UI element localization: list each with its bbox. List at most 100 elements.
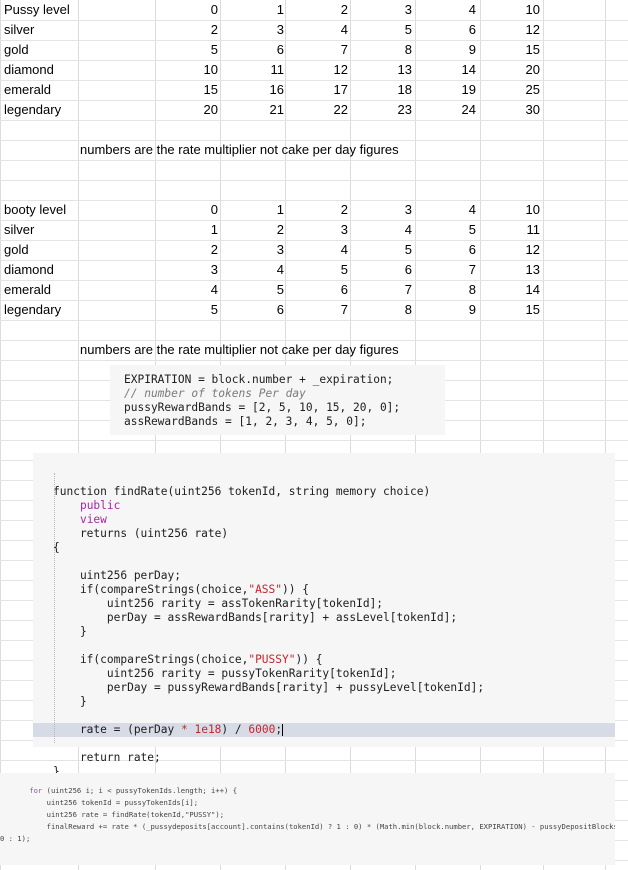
row-label: gold xyxy=(4,242,29,257)
code-line: finalReward += rate * (_pussydeposits[ac… xyxy=(46,822,615,831)
table-header-cell: 1 xyxy=(276,202,284,217)
table-cell: 11 xyxy=(526,222,541,237)
table-header-cell: 1 xyxy=(276,2,284,17)
table-cell: 8 xyxy=(468,282,476,297)
table-cell: 6 xyxy=(468,22,476,37)
table-cell: 2 xyxy=(210,22,218,37)
table-cell: 11 xyxy=(270,62,285,77)
table-cell: 6 xyxy=(276,42,284,57)
table-cell: 2 xyxy=(276,222,284,237)
table-cell: 5 xyxy=(468,222,476,237)
table-cell: 13 xyxy=(397,62,412,77)
row-label: legendary xyxy=(4,102,62,117)
code-line: for (uint256 i; i < pussyTokenIds.length… xyxy=(29,786,238,795)
table-cell: 4 xyxy=(404,222,412,237)
table-cell: 14 xyxy=(461,62,476,77)
code-line: return rate; xyxy=(53,751,161,764)
code-line: returns (uint256 rate) xyxy=(53,527,229,540)
code-line: perDay = assRewardBands[rarity] + assLev… xyxy=(53,611,458,624)
table-cell: 3 xyxy=(276,22,284,37)
code-line: public xyxy=(79,499,121,512)
find-rate-code-snippet: function findRate(uint256 tokenId, strin… xyxy=(33,453,615,778)
table-header-cell: 10 xyxy=(525,2,540,17)
row-label: emerald xyxy=(4,282,51,297)
table-cell: 5 xyxy=(210,42,218,57)
final-reward-code-snippet: for (uint256 i; i < pussyTokenIds.length… xyxy=(0,773,615,865)
reward-bands-code-snippet: EXPIRATION = block.number + _expiration;… xyxy=(110,365,445,435)
table-cell: 4 xyxy=(340,242,348,257)
code-line: assRewardBands = [1, 2, 3, 4, 5, 0]; xyxy=(124,415,367,428)
row-label: legendary xyxy=(4,302,62,317)
code-line: { xyxy=(53,541,60,554)
table-cell: 21 xyxy=(269,102,284,117)
table-cell: 5 xyxy=(340,262,348,277)
table-cell: 12 xyxy=(333,62,348,77)
table-cell: 4 xyxy=(210,282,218,297)
table-header-cell: 4 xyxy=(468,202,476,217)
table-header-cell: 0 xyxy=(210,2,218,17)
code-line: EXPIRATION = block.number + _expiration; xyxy=(124,373,394,386)
code-line: view xyxy=(79,513,107,526)
table-cell: 3 xyxy=(276,242,284,257)
table-cell: 13 xyxy=(525,262,540,277)
code-line: rate = (perDay * 1e18) / 6000; xyxy=(33,723,615,737)
table-cell: 9 xyxy=(468,302,476,317)
table-cell: 6 xyxy=(340,282,348,297)
table-header-cell: 2 xyxy=(340,202,348,217)
table-header-cell: 3 xyxy=(404,202,412,217)
code-line: function findRate(uint256 tokenId, strin… xyxy=(53,485,431,498)
table-cell: 16 xyxy=(269,82,284,97)
table-cell: 5 xyxy=(276,282,284,297)
table-cell: 3 xyxy=(210,262,218,277)
table-cell: 15 xyxy=(525,42,540,57)
code-line: } xyxy=(53,625,87,638)
code-line: 0 : 1); xyxy=(0,834,31,843)
table-header-cell: 3 xyxy=(404,2,412,17)
table-header-label: booty level xyxy=(4,202,67,217)
text-cursor xyxy=(282,724,284,736)
code-line: uint256 rarity = assTokenRarity[tokenId]… xyxy=(53,597,384,610)
table-cell: 8 xyxy=(404,42,412,57)
row-gridline xyxy=(0,320,628,321)
table-cell: 7 xyxy=(468,262,476,277)
row-label: diamond xyxy=(4,62,54,77)
table-cell: 5 xyxy=(404,242,412,257)
table-cell: 14 xyxy=(525,282,540,297)
table-cell: 30 xyxy=(525,102,540,117)
table-cell: 20 xyxy=(203,102,218,117)
table-header-cell: 10 xyxy=(525,202,540,217)
row-gridline xyxy=(0,440,628,441)
table-cell: 4 xyxy=(276,262,284,277)
row-label: silver xyxy=(4,222,35,237)
table-cell: 8 xyxy=(404,302,412,317)
row-gridline xyxy=(0,180,628,181)
code-line: pussyRewardBands = [2, 5, 10, 15, 20, 0]… xyxy=(124,401,401,414)
table-cell: 3 xyxy=(340,222,348,237)
table-cell: 12 xyxy=(525,242,540,257)
table-cell: 9 xyxy=(468,42,476,57)
code-line: uint256 tokenId = pussyTokenIds[i]; xyxy=(12,798,199,807)
code-line: uint256 rarity = pussyTokenRarity[tokenI… xyxy=(53,667,397,680)
table-cell: 25 xyxy=(525,82,540,97)
table-cell: 7 xyxy=(404,282,412,297)
table-cell: 7 xyxy=(340,302,348,317)
table-cell: 7 xyxy=(340,42,348,57)
table-cell: 5 xyxy=(210,302,218,317)
table-cell: 24 xyxy=(461,102,476,117)
note-text: numbers are the rate multiplier not cake… xyxy=(80,142,399,157)
row-label: emerald xyxy=(4,82,51,97)
table-cell: 5 xyxy=(404,22,412,37)
table-header-cell: 0 xyxy=(210,202,218,217)
table-cell: 12 xyxy=(525,22,540,37)
row-gridline xyxy=(0,360,628,361)
table-cell: 6 xyxy=(276,302,284,317)
table-cell: 22 xyxy=(333,102,348,117)
table-cell: 15 xyxy=(203,82,218,97)
code-line: } xyxy=(53,695,87,708)
table-cell: 17 xyxy=(333,82,348,97)
table-cell: 4 xyxy=(340,22,348,37)
table-header-cell: 4 xyxy=(468,2,476,17)
code-line: if(compareStrings(choice,"PUSSY")) { xyxy=(53,653,323,666)
